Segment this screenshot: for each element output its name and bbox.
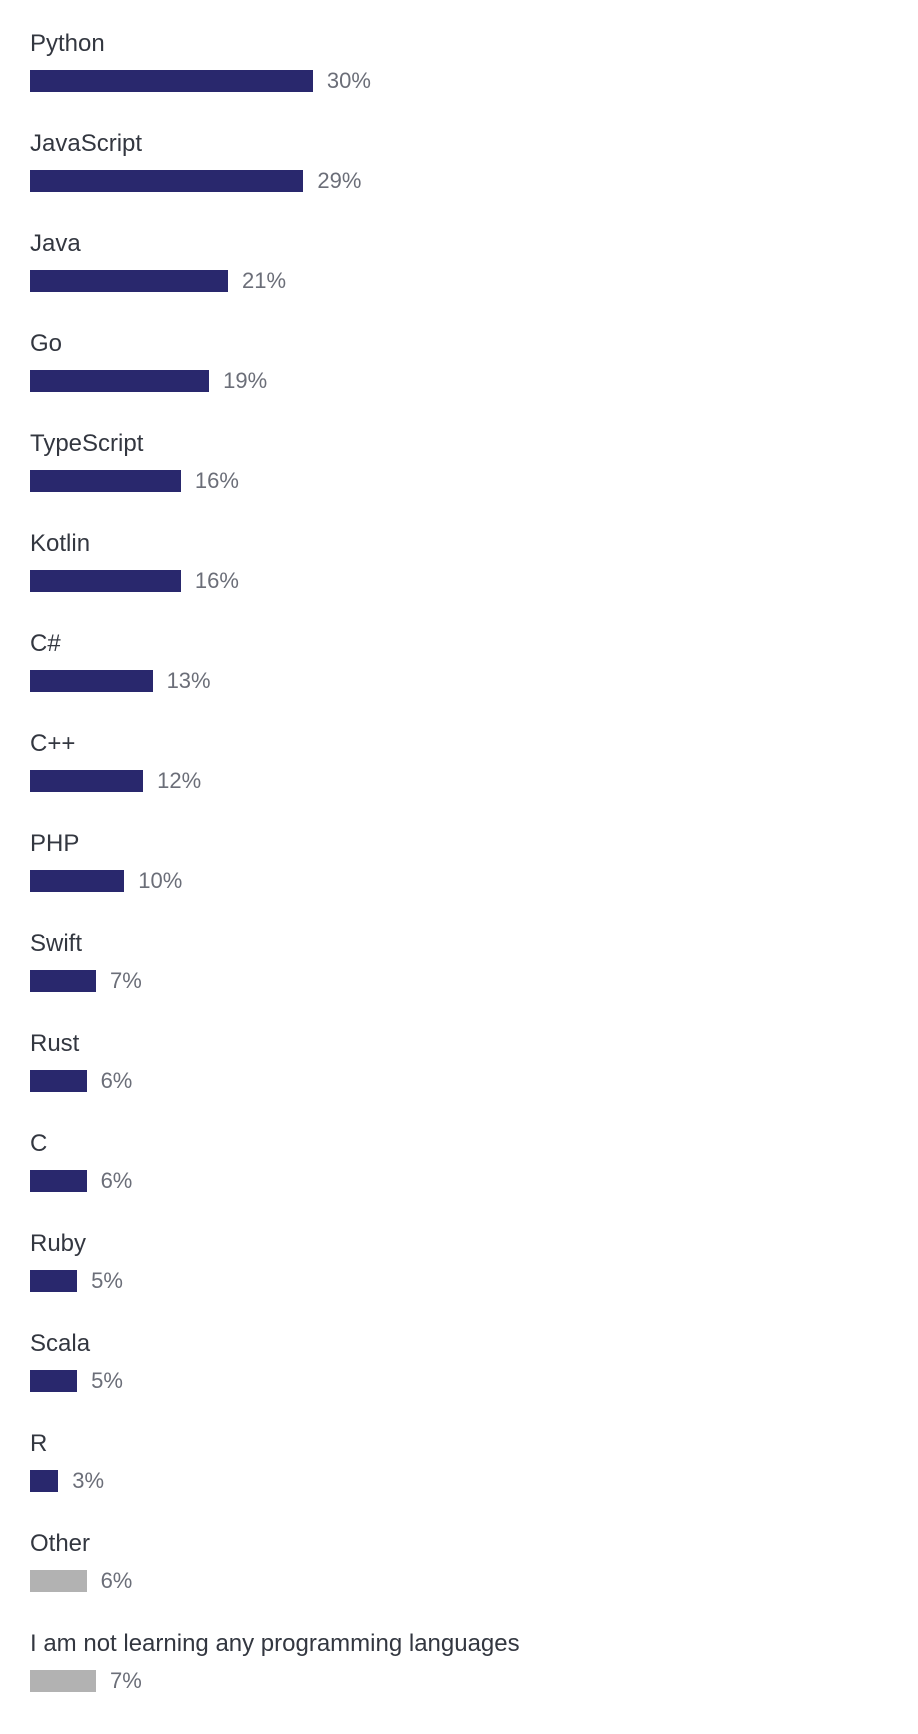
bar-label: C++ bbox=[30, 730, 888, 758]
bar-label: Rust bbox=[30, 1030, 888, 1058]
bar-label: Scala bbox=[30, 1330, 888, 1358]
bar-item: PHP 10% bbox=[30, 830, 888, 894]
bar-label: Python bbox=[30, 30, 888, 58]
bar-row: 6% bbox=[30, 1568, 888, 1594]
bar bbox=[30, 1270, 77, 1292]
bar-value: 6% bbox=[101, 1568, 133, 1594]
bar-row: 29% bbox=[30, 168, 888, 194]
bar-row: 16% bbox=[30, 568, 888, 594]
bar-row: 3% bbox=[30, 1468, 888, 1494]
bar-value: 7% bbox=[110, 968, 142, 994]
bar bbox=[30, 1570, 87, 1592]
bar bbox=[30, 1470, 58, 1492]
bar-value: 5% bbox=[91, 1368, 123, 1394]
bar-row: 5% bbox=[30, 1268, 888, 1294]
bar-item: TypeScript 16% bbox=[30, 430, 888, 494]
bar bbox=[30, 570, 181, 592]
bar-item: Scala 5% bbox=[30, 1330, 888, 1394]
bar bbox=[30, 1670, 96, 1692]
bar-row: 7% bbox=[30, 968, 888, 994]
bar-value: 12% bbox=[157, 768, 201, 794]
bar bbox=[30, 370, 209, 392]
bar bbox=[30, 470, 181, 492]
bar-item: Python 30% bbox=[30, 30, 888, 94]
bar-value: 10% bbox=[138, 868, 182, 894]
bar bbox=[30, 670, 153, 692]
bar-item: JavaScript 29% bbox=[30, 130, 888, 194]
bar-row: 10% bbox=[30, 868, 888, 894]
bar-label: Java bbox=[30, 230, 888, 258]
bar-row: 6% bbox=[30, 1068, 888, 1094]
bar-value: 30% bbox=[327, 68, 371, 94]
bar-value: 3% bbox=[72, 1468, 104, 1494]
bar-row: 6% bbox=[30, 1168, 888, 1194]
bar-value: 16% bbox=[195, 468, 239, 494]
bar bbox=[30, 970, 96, 992]
bar-item: R 3% bbox=[30, 1430, 888, 1494]
bar-item: I am not learning any programming langua… bbox=[30, 1630, 888, 1694]
bar-item: Go 19% bbox=[30, 330, 888, 394]
bar-value: 5% bbox=[91, 1268, 123, 1294]
bar bbox=[30, 1170, 87, 1192]
bar-label: TypeScript bbox=[30, 430, 888, 458]
bar-item: Swift 7% bbox=[30, 930, 888, 994]
bar bbox=[30, 1370, 77, 1392]
bar-item: Kotlin 16% bbox=[30, 530, 888, 594]
bar-item: Rust 6% bbox=[30, 1030, 888, 1094]
bar-row: 30% bbox=[30, 68, 888, 94]
bar-label: I am not learning any programming langua… bbox=[30, 1630, 888, 1658]
bar bbox=[30, 70, 313, 92]
bar bbox=[30, 870, 124, 892]
bar-row: 7% bbox=[30, 1668, 888, 1694]
bar-label: C# bbox=[30, 630, 888, 658]
bar-item: C 6% bbox=[30, 1130, 888, 1194]
bar-label: Swift bbox=[30, 930, 888, 958]
bar-row: 19% bbox=[30, 368, 888, 394]
bar bbox=[30, 770, 143, 792]
bar-row: 5% bbox=[30, 1368, 888, 1394]
bar-value: 6% bbox=[101, 1168, 133, 1194]
bar-label: R bbox=[30, 1430, 888, 1458]
bar-row: 16% bbox=[30, 468, 888, 494]
bar-label: Other bbox=[30, 1530, 888, 1558]
bar bbox=[30, 1070, 87, 1092]
bar-row: 21% bbox=[30, 268, 888, 294]
bar-value: 16% bbox=[195, 568, 239, 594]
bar-label: PHP bbox=[30, 830, 888, 858]
bar-value: 29% bbox=[317, 168, 361, 194]
bar-item: Ruby 5% bbox=[30, 1230, 888, 1294]
bar-label: Kotlin bbox=[30, 530, 888, 558]
bar-value: 19% bbox=[223, 368, 267, 394]
bar-item: C# 13% bbox=[30, 630, 888, 694]
bar bbox=[30, 170, 303, 192]
bar-label: JavaScript bbox=[30, 130, 888, 158]
bar-value: 7% bbox=[110, 1668, 142, 1694]
bar bbox=[30, 270, 228, 292]
bar-label: Go bbox=[30, 330, 888, 358]
bar-item: C++ 12% bbox=[30, 730, 888, 794]
bar-label: Ruby bbox=[30, 1230, 888, 1258]
bar-item: Java 21% bbox=[30, 230, 888, 294]
bar-label: C bbox=[30, 1130, 888, 1158]
horizontal-bar-chart: Python 30% JavaScript 29% Java 21% Go 19% TypeSc… bbox=[30, 30, 888, 1694]
bar-row: 13% bbox=[30, 668, 888, 694]
bar-value: 13% bbox=[167, 668, 211, 694]
bar-row: 12% bbox=[30, 768, 888, 794]
bar-value: 6% bbox=[101, 1068, 133, 1094]
bar-item: Other 6% bbox=[30, 1530, 888, 1594]
bar-value: 21% bbox=[242, 268, 286, 294]
